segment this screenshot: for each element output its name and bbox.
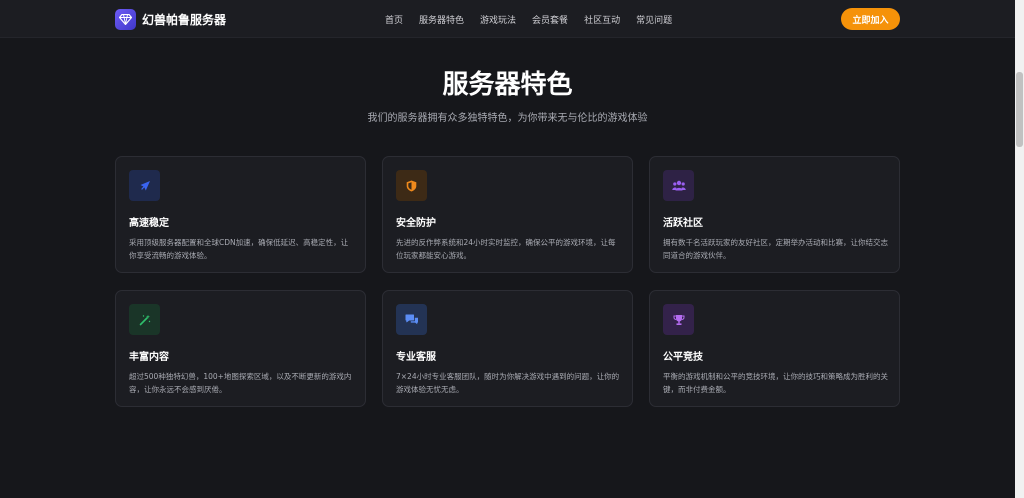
card-description: 拥有数千名活跃玩家的友好社区，定期举办活动和比赛，让你结交志同道合的游戏伙伴。 [663, 238, 888, 260]
magic-wand-icon [129, 304, 160, 335]
nav-home[interactable]: 首页 [385, 13, 403, 26]
nav-faq[interactable]: 常见问题 [636, 13, 672, 26]
feature-card-support: 专业客服 7×24小时专业客服团队，随时为你解决游戏中遇到的问题，让你的游戏体验… [382, 290, 633, 407]
card-title: 高速稳定 [129, 218, 169, 229]
card-description: 采用顶级服务器配置和全球CDN加速，确保低延迟、高稳定性，让你享受流畅的游戏体验… [129, 238, 349, 260]
card-description: 超过500种独特幻兽，100+地图探索区域，以及不断更新的游戏内容，让你永远不会… [129, 372, 352, 394]
main-nav: 首页 服务器特色 游戏玩法 会员套餐 社区互动 常见问题 [385, 13, 688, 26]
card-description: 7×24小时专业客服团队，随时为你解决游戏中遇到的问题，让你的游戏体验无忧无虑。 [396, 372, 620, 394]
feature-card-speed: 高速稳定 采用顶级服务器配置和全球CDN加速，确保低延迟、高稳定性，让你享受流畅… [115, 156, 366, 273]
card-description: 先进的反作弊系统和24小时实时监控，确保公平的游戏环境，让每位玩家都能安心游戏。 [396, 238, 616, 260]
trophy-icon [663, 304, 694, 335]
users-icon [663, 170, 694, 201]
nav-membership[interactable]: 会员套餐 [532, 13, 568, 26]
card-title: 丰富内容 [129, 352, 169, 363]
card-title: 安全防护 [396, 218, 436, 229]
section-subtitle: 我们的服务器拥有众多独特特色，为你带来无与伦比的游戏体验 [367, 113, 648, 124]
nav-server-features[interactable]: 服务器特色 [419, 13, 464, 26]
feature-card-fair-play: 公平竞技 平衡的游戏机制和公平的竞技环境，让你的技巧和策略成为胜利的关键，而非付… [649, 290, 900, 407]
shield-icon [396, 170, 427, 201]
logo-text: 幻兽帕鲁服务器 [142, 13, 227, 27]
card-title: 专业客服 [396, 352, 436, 363]
top-navbar: 幻兽帕鲁服务器 首页 服务器特色 游戏玩法 会员套餐 社区互动 常见问题 立即加… [0, 0, 1015, 38]
chat-bubbles-icon [396, 304, 427, 335]
feature-card-community: 活跃社区 拥有数千名活跃玩家的友好社区，定期举办活动和比赛，让你结交志同道合的游… [649, 156, 900, 273]
scrollbar-thumb[interactable] [1016, 72, 1023, 147]
page-scrollbar[interactable] [1015, 0, 1024, 498]
diamond-icon [115, 9, 136, 30]
nav-gameplay[interactable]: 游戏玩法 [480, 13, 516, 26]
card-title: 公平竞技 [663, 352, 703, 363]
feature-card-security: 安全防护 先进的反作弊系统和24小时实时监控，确保公平的游戏环境，让每位玩家都能… [382, 156, 633, 273]
card-description: 平衡的游戏机制和公平的竞技环境，让你的技巧和策略成为胜利的关键，而非付费金额。 [663, 372, 888, 394]
nav-community[interactable]: 社区互动 [584, 13, 620, 26]
card-title: 活跃社区 [663, 218, 703, 229]
rocket-icon [129, 170, 160, 201]
join-now-button[interactable]: 立即加入 [841, 8, 900, 30]
section-title: 服务器特色 [442, 70, 573, 100]
site-logo[interactable]: 幻兽帕鲁服务器 [115, 9, 226, 30]
feature-card-content: 丰富内容 超过500种独特幻兽，100+地图探索区域，以及不断更新的游戏内容，让… [115, 290, 366, 407]
